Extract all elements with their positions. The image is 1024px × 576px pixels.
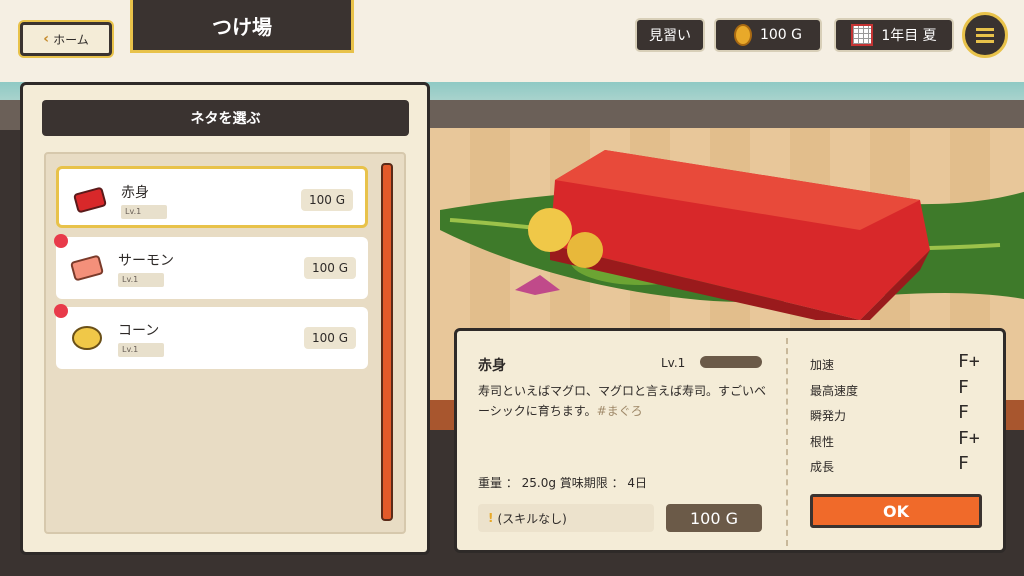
stat-grade: F bbox=[958, 402, 969, 423]
skill-box: ! (スキルなし) bbox=[478, 504, 654, 532]
new-indicator bbox=[54, 304, 68, 318]
ok-button[interactable]: OK bbox=[810, 494, 982, 528]
stat-name: 加速 bbox=[810, 358, 835, 372]
detail-description: 寿司といえばマグロ、マグロと言えば寿司。すごいベーシックに育ちます。#まぐろ bbox=[478, 381, 768, 421]
item-price: 100 G bbox=[304, 257, 356, 279]
list-item-corn[interactable]: コーン Lv.1 100 G bbox=[56, 307, 368, 369]
menu-icon bbox=[976, 27, 994, 31]
home-button-label: ホーム bbox=[53, 32, 89, 47]
stat-grade: F+ bbox=[958, 351, 980, 372]
date-label: 1年目 夏 bbox=[881, 28, 937, 44]
stat-grade: F+ bbox=[958, 428, 980, 449]
gold-badge: 100 G bbox=[714, 18, 822, 52]
rank-label: 見習い bbox=[649, 28, 691, 44]
detail-name: 赤身 bbox=[478, 358, 506, 374]
list-item-salmon[interactable]: サーモン Lv.1 100 G bbox=[56, 237, 368, 299]
tuna-illustration bbox=[440, 150, 1024, 320]
calendar-icon bbox=[851, 24, 874, 46]
gold-amount: 100 G bbox=[759, 27, 803, 43]
stat-name: 最高速度 bbox=[810, 384, 859, 398]
detail-level: Lv.1 bbox=[661, 356, 686, 370]
description-tag: #まぐろ bbox=[596, 404, 643, 418]
detail-divider bbox=[786, 338, 788, 546]
stat-name: 成長 bbox=[810, 460, 835, 474]
level-progress-bar bbox=[700, 356, 762, 368]
list-item-akami[interactable]: 赤身 Lv.1 100 G bbox=[56, 166, 368, 228]
menu-button[interactable] bbox=[962, 12, 1008, 58]
item-price: 100 G bbox=[301, 189, 353, 211]
item-name: サーモン bbox=[118, 253, 174, 269]
home-button[interactable]: ‹ ホーム bbox=[20, 22, 112, 56]
exclamation-icon: ! bbox=[488, 511, 494, 525]
stat-grade: F bbox=[958, 377, 969, 398]
screen-title: つけ場 bbox=[130, 0, 354, 53]
stat-name: 根性 bbox=[810, 435, 835, 449]
rank-badge: 見習い bbox=[635, 18, 705, 52]
garnish-flower bbox=[528, 208, 572, 252]
coin-icon bbox=[733, 24, 752, 46]
item-price: 100 G bbox=[304, 327, 356, 349]
panel-header: ネタを選ぶ bbox=[42, 100, 409, 136]
detail-price: 100 G bbox=[666, 504, 762, 532]
item-level: Lv.1 bbox=[118, 343, 164, 357]
chevron-left-icon: ‹ bbox=[43, 31, 50, 47]
tuna-icon bbox=[73, 187, 107, 213]
item-name: 赤身 bbox=[121, 185, 149, 201]
item-name: コーン bbox=[118, 323, 160, 339]
new-indicator bbox=[54, 234, 68, 248]
garnish-herb bbox=[515, 275, 560, 295]
item-level: Lv.1 bbox=[118, 273, 164, 287]
garnish-flower-2 bbox=[567, 232, 603, 268]
date-badge: 1年目 夏 bbox=[834, 18, 954, 52]
stat-grade: F bbox=[958, 453, 969, 474]
list-scrollbar[interactable] bbox=[381, 163, 393, 521]
corn-icon bbox=[72, 326, 102, 350]
skill-label: (スキルなし) bbox=[497, 511, 567, 526]
salmon-icon bbox=[70, 255, 104, 281]
item-level: Lv.1 bbox=[121, 205, 167, 219]
stat-name: 瞬発力 bbox=[810, 409, 847, 423]
detail-weight: 重量 ： 25.0g 賞味期限 ： 4日 bbox=[478, 476, 648, 490]
